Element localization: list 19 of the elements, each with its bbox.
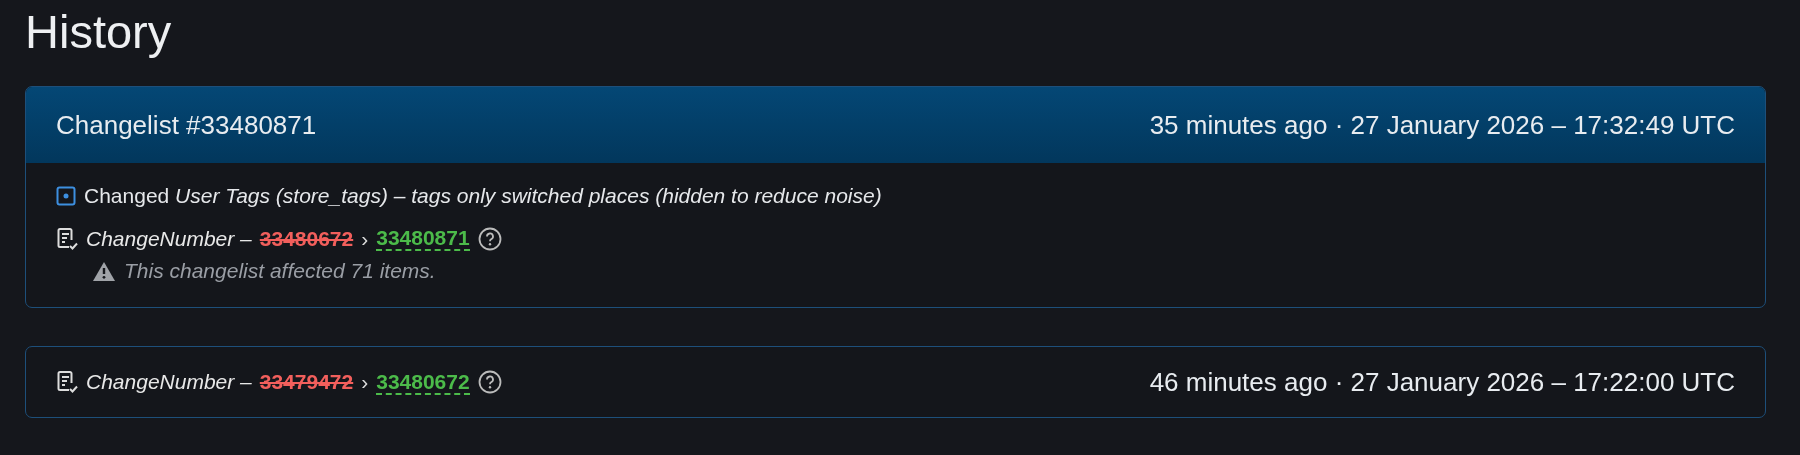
change-description: Changed User Tags (store_tags) – tags only switched places (hidden to reduce noise) [84,184,882,208]
warning-text: This changelist affected 71 items. [124,259,436,284]
warning-icon [92,260,116,282]
timestamp: 46 minutes ago · 27 January 2026 – 17:22:00 UTC [1149,366,1735,398]
help-icon[interactable] [477,370,502,395]
document-check-icon [56,370,78,395]
field-name: ChangeNumber – [86,226,252,251]
old-value: 33479472 [259,370,354,395]
page-title: History [25,4,173,60]
separator: › [361,370,369,395]
separator: › [361,226,369,251]
changelist-title: Changelist #33480871 [56,109,317,141]
document-check-icon [56,226,78,251]
new-value[interactable]: 33480871 [376,226,470,252]
field-name: ChangeNumber – [86,370,252,395]
old-value: 33480672 [259,226,354,251]
timestamp: 35 minutes ago · 27 January 2026 – 17:32:49 UTC [1149,109,1735,141]
new-value[interactable]: 33480672 [376,369,470,395]
help-icon[interactable] [477,226,502,251]
